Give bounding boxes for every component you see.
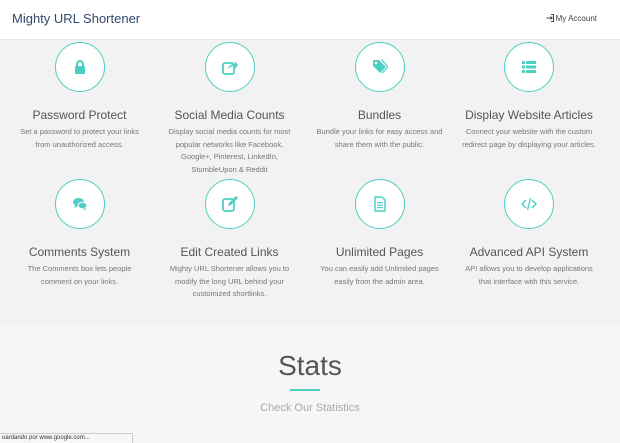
feature-description: Display social media counts for most pop… (168, 127, 291, 174)
file-icon (373, 196, 386, 212)
feature-title: Advanced API System (469, 245, 589, 259)
feature-title: Display Website Articles (465, 108, 593, 122)
code-icon (521, 197, 537, 211)
sign-in-icon (546, 14, 554, 22)
feature-icon-circle (204, 42, 255, 92)
feature-description: API allows you to develop applications t… (465, 264, 593, 286)
feature-title: Password Protect (32, 108, 127, 122)
feature-title: Bundles (357, 108, 402, 122)
feature-icon-circle (204, 179, 255, 229)
share-icon (221, 61, 238, 75)
lock-icon (74, 60, 85, 74)
feature-description: Connect your website with the custom red… (462, 127, 596, 149)
feature-description: You can easily add Unlimited pages easil… (320, 264, 439, 286)
feature-title: Edit Created Links (180, 245, 279, 259)
features-section: Password Protect Set a password to prote… (0, 40, 620, 325)
feature-icon-circle (504, 179, 554, 229)
feature-unlimited-pages: Unlimited Pages You can easily add Unlim… (302, 179, 457, 288)
my-account-label: My Account (555, 14, 597, 23)
feature-description: Mighty URL Shortener allows you to modif… (169, 264, 290, 298)
feature-title: Comments System (28, 245, 131, 259)
feature-comments-system: Comments System The Comments box lets pe… (2, 179, 157, 288)
stats-section: Stats Check Our Statistics (0, 325, 620, 443)
feature-edit-created-links: Edit Created Links Mighty URL Shortener … (152, 179, 307, 301)
feature-social-media-counts: Social Media Counts Display social media… (152, 42, 307, 176)
my-account-link[interactable]: My Account (546, 14, 597, 23)
feature-description: The Comments box lets people comment on … (27, 264, 132, 286)
stats-title: Stats (278, 350, 342, 381)
navbar: Mighty URL Shortener My Account (0, 0, 620, 40)
brand-logo-link[interactable]: Mighty URL Shortener (12, 11, 140, 26)
feature-description: Bundle your links for easy access and sh… (316, 127, 443, 149)
browser-status-bar: uardando por www.google.com... (0, 433, 133, 443)
feature-display-website-articles: Display Website Articles Connect your we… (452, 42, 606, 151)
list-icon (522, 61, 536, 73)
tags-icon (372, 59, 388, 74)
stats-divider (290, 389, 320, 391)
feature-description: Set a password to protect your links fro… (20, 127, 139, 149)
feature-title: Social Media Counts (174, 108, 285, 122)
feature-icon-circle (54, 42, 105, 92)
feature-bundles: Bundles Bundle your links for easy acces… (302, 42, 457, 151)
feature-advanced-api-system: Advanced API System API allows you to de… (452, 179, 606, 288)
feature-icon-circle (504, 42, 554, 92)
feature-password-protect: Password Protect Set a password to prote… (2, 42, 157, 151)
comments-icon (72, 198, 87, 211)
stats-subtitle: Check Our Statistics (260, 402, 360, 414)
feature-icon-circle (54, 179, 105, 229)
edit-icon (221, 196, 238, 212)
feature-icon-circle (354, 179, 405, 229)
feature-icon-circle (354, 42, 405, 92)
feature-title: Unlimited Pages (335, 245, 424, 259)
